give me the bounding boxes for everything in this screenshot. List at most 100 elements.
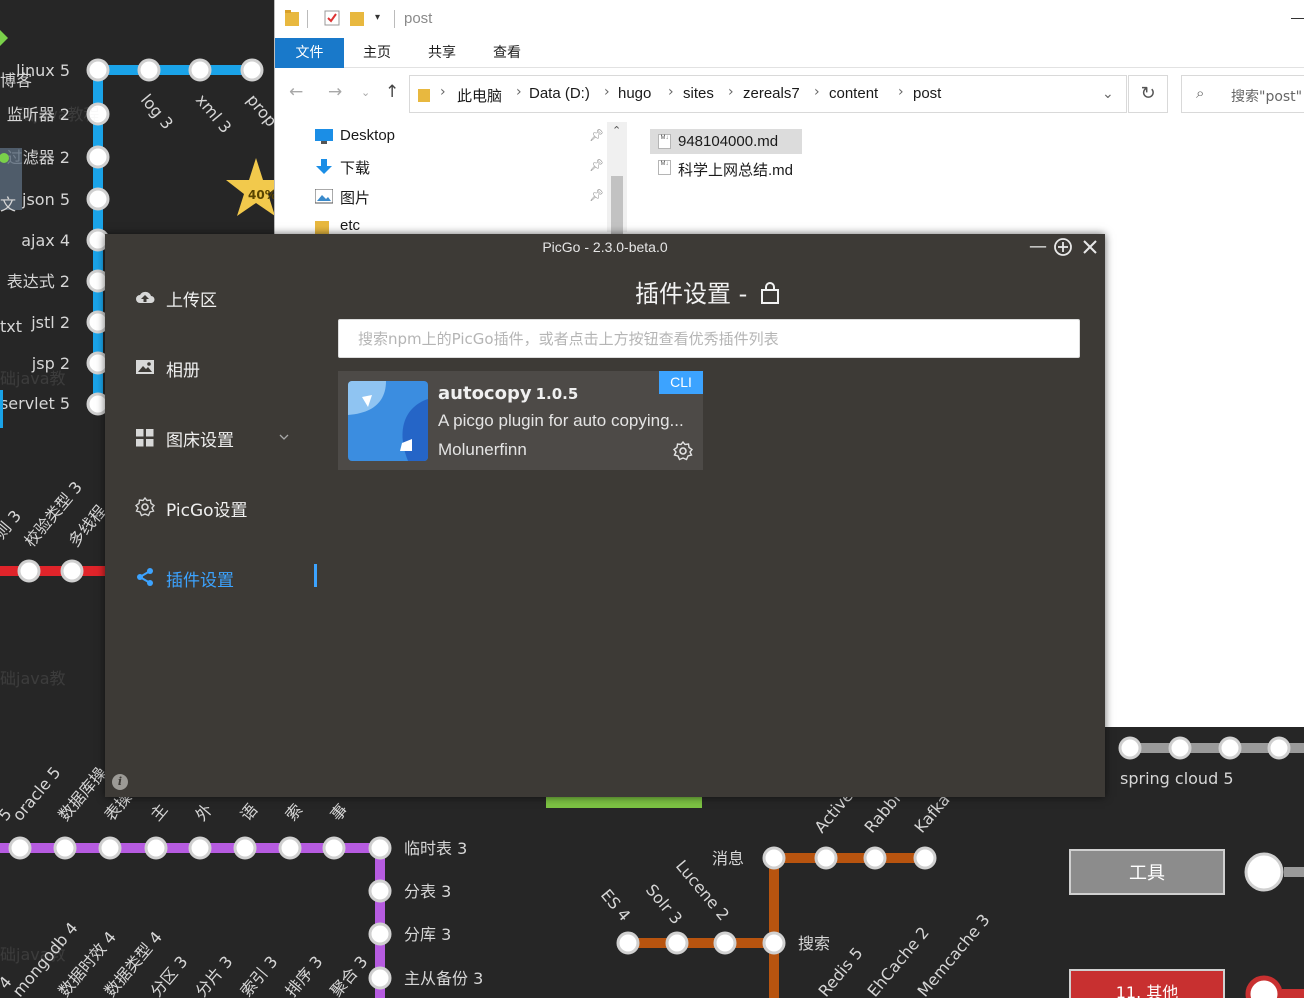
tab-home[interactable]: 主页 bbox=[351, 38, 403, 68]
map-label: xml 3 bbox=[192, 90, 235, 137]
pin-icon[interactable]: 📌︎ bbox=[589, 128, 604, 142]
explorer-title: post bbox=[404, 10, 433, 27]
shopping-bag-icon[interactable] bbox=[760, 282, 780, 304]
map-label: 索 bbox=[282, 800, 307, 824]
back-arrow-icon[interactable]: ← bbox=[289, 82, 303, 102]
share-icon bbox=[137, 568, 153, 586]
map-label: json 5 bbox=[21, 190, 70, 209]
map-label: spring cloud 5 bbox=[1120, 769, 1234, 788]
chevron-down-icon[interactable] bbox=[279, 432, 289, 442]
chevron-right-icon: › bbox=[728, 84, 734, 100]
map-label: 文 bbox=[0, 195, 16, 214]
map-label: 分区 3 bbox=[147, 952, 192, 998]
window-title: PicGo - 2.3.0-beta.0 bbox=[542, 239, 668, 255]
plugin-logo-icon bbox=[348, 381, 428, 461]
cloud-upload-icon bbox=[136, 291, 155, 303]
folder-icon bbox=[418, 89, 430, 102]
chevron-right-icon: › bbox=[604, 84, 610, 100]
ribbon-tabs: 文件 主页 共享 查看 bbox=[275, 38, 1304, 68]
map-label: 事 bbox=[327, 800, 352, 824]
chevron-right-icon: › bbox=[668, 84, 674, 100]
chevron-right-icon: › bbox=[516, 84, 522, 100]
pin-window-icon[interactable] bbox=[1053, 237, 1073, 257]
nav-scrollbar[interactable]: ⌃ bbox=[607, 122, 627, 236]
map-label: 索引 3 bbox=[237, 952, 282, 998]
up-arrow-icon[interactable]: ↑ bbox=[385, 82, 399, 102]
breadcrumb-item[interactable]: content bbox=[829, 85, 878, 102]
page-title: 插件设置 - bbox=[635, 280, 748, 308]
map-label: 搜索 bbox=[798, 934, 830, 953]
map-label: servlet 5 bbox=[0, 394, 70, 413]
map-label: 消息 bbox=[712, 849, 744, 868]
map-label: 分片 3 bbox=[192, 952, 237, 998]
scroll-up-icon[interactable]: ⌃ bbox=[612, 124, 621, 137]
tab-file[interactable]: 文件 bbox=[275, 38, 344, 68]
folder-icon bbox=[315, 221, 329, 234]
folder-icon bbox=[285, 10, 299, 26]
chevron-down-icon[interactable]: ⌄ bbox=[1102, 86, 1114, 102]
address-bar[interactable]: › 此电脑 › Data (D:) › hugo › sites › zerea… bbox=[409, 75, 1127, 113]
properties-icon[interactable] bbox=[324, 10, 340, 26]
search-icon: ⌕ bbox=[1196, 84, 1205, 102]
file-item[interactable]: M↓ 科学上网总结.md bbox=[650, 155, 802, 180]
chevron-right-icon: › bbox=[440, 84, 446, 100]
map-label: ajax 4 bbox=[21, 231, 70, 250]
map-label: 分库 3 bbox=[404, 925, 451, 944]
breadcrumb-item[interactable]: Data (D:) bbox=[529, 85, 590, 102]
plugin-version: 1.0.5 bbox=[535, 385, 579, 403]
map-label: oracle 5 bbox=[9, 763, 65, 825]
scrollbar-thumb[interactable] bbox=[611, 176, 623, 236]
map-label: 临时表 3 bbox=[404, 839, 467, 858]
download-icon bbox=[316, 159, 332, 174]
map-label: 数据库操 bbox=[55, 763, 111, 824]
new-folder-icon[interactable] bbox=[350, 10, 364, 26]
star-badge-text: 40% bbox=[248, 188, 277, 202]
info-icon[interactable]: i bbox=[112, 774, 128, 790]
minimize-icon[interactable] bbox=[1291, 18, 1304, 19]
plugin-description: A picgo plugin for auto copying... bbox=[438, 411, 684, 430]
breadcrumb-item[interactable]: hugo bbox=[618, 85, 651, 102]
forward-arrow-icon[interactable]: → bbox=[328, 82, 342, 102]
plugin-name: autocopy 1.0.5 bbox=[438, 383, 578, 404]
plugin-name-text: autocopy bbox=[438, 383, 532, 404]
chevron-right-icon: › bbox=[814, 84, 820, 100]
qat-dropdown-icon[interactable]: ▾ bbox=[375, 12, 380, 23]
grid-icon bbox=[136, 429, 154, 447]
map-label: 语 bbox=[237, 800, 262, 824]
watermark: 础java教 bbox=[0, 669, 66, 688]
map-label: Solr 3 bbox=[642, 880, 686, 928]
breadcrumb-item[interactable]: 此电脑 bbox=[457, 85, 502, 106]
pin-icon[interactable]: 📌︎ bbox=[589, 188, 604, 202]
map-label: 外 bbox=[192, 800, 217, 824]
plugin-settings-gear-icon[interactable] bbox=[673, 441, 693, 461]
file-item[interactable]: M↓ 948104000.md bbox=[650, 129, 802, 154]
refresh-button[interactable]: ↻ bbox=[1128, 75, 1168, 113]
plugin-search-field[interactable] bbox=[338, 319, 1080, 358]
markdown-file-icon: M↓ bbox=[658, 134, 671, 149]
pictures-icon bbox=[315, 189, 333, 204]
minimize-icon[interactable]: — bbox=[1027, 236, 1049, 258]
tab-view[interactable]: 查看 bbox=[481, 38, 533, 68]
navigation-pane: Desktop 📌︎ 下载 📌︎ 图片 📌︎ etc ⌃ bbox=[275, 118, 627, 236]
active-indicator bbox=[314, 564, 317, 587]
map-label: 博客 bbox=[0, 71, 32, 90]
map-label: 主 bbox=[147, 800, 172, 824]
breadcrumb-item[interactable]: zereals7 bbox=[743, 85, 800, 102]
quick-access-toolbar: ▾ post bbox=[275, 0, 1304, 38]
recent-chevron-icon[interactable]: ⌄ bbox=[361, 86, 370, 99]
map-label: jstl 2 bbox=[30, 313, 70, 332]
watermark: 础java教 bbox=[0, 369, 66, 388]
breadcrumb-item[interactable]: post bbox=[913, 85, 941, 102]
plugin-card[interactable]: autocopy 1.0.5 A picgo plugin for auto co… bbox=[338, 371, 703, 470]
cli-badge: CLI bbox=[659, 371, 703, 394]
tab-share[interactable]: 共享 bbox=[416, 38, 468, 68]
markdown-file-icon: M↓ bbox=[658, 160, 671, 175]
breadcrumb-item[interactable]: sites bbox=[683, 85, 714, 102]
search-input[interactable]: ⌕ 搜索"post" bbox=[1181, 75, 1304, 113]
pin-icon[interactable]: 📌︎ bbox=[589, 158, 604, 172]
plugin-search-input[interactable] bbox=[339, 320, 1079, 357]
map-label: 分表 3 bbox=[404, 882, 451, 901]
close-icon[interactable] bbox=[1081, 238, 1099, 256]
map-label: 排序 3 bbox=[282, 952, 327, 998]
map-label: 主从备份 3 bbox=[404, 969, 483, 988]
